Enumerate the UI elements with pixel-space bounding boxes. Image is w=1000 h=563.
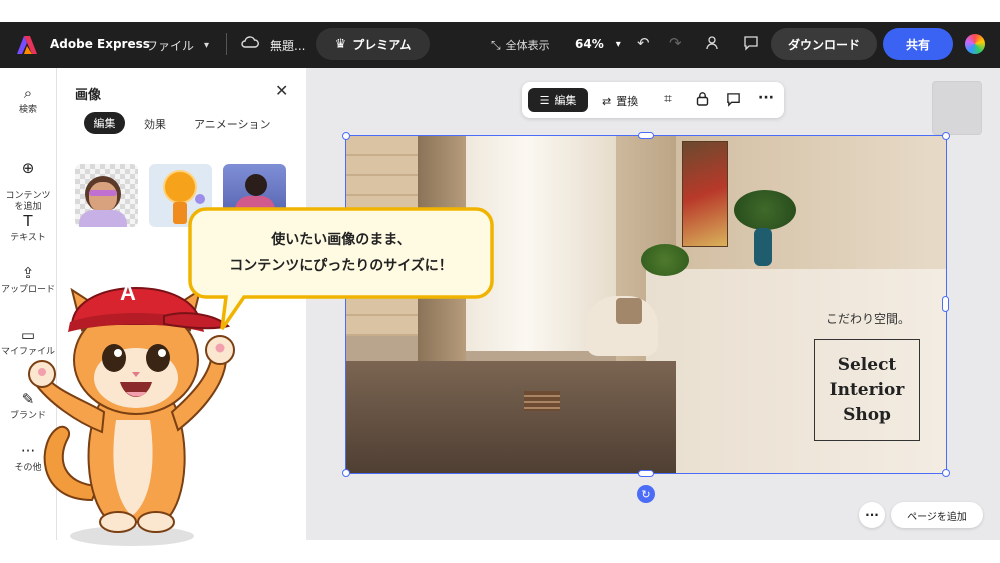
person-face bbox=[89, 182, 117, 212]
sliders-icon: ☰ bbox=[539, 93, 550, 107]
resize-handle-top-right[interactable] bbox=[942, 132, 950, 140]
tab-animation[interactable]: アニメーション bbox=[194, 116, 271, 132]
page-thumbnail[interactable] bbox=[932, 81, 982, 135]
zoom-control[interactable]: 64% ▾ bbox=[575, 37, 621, 51]
premium-label: プレミアム bbox=[352, 37, 412, 52]
crop-icon[interactable]: ⌗ bbox=[664, 91, 672, 107]
tab-effects[interactable]: 効果 bbox=[144, 116, 166, 132]
image-toolbar: ☰ 編集 ⇄ 置換 ⌗ ··· bbox=[522, 82, 784, 118]
chevron-down-icon: ▾ bbox=[204, 40, 210, 51]
replace-label: 置換 bbox=[616, 95, 639, 108]
resize-handle-top-left[interactable] bbox=[342, 132, 350, 140]
rotate-icon[interactable]: ↻ bbox=[637, 485, 655, 503]
plus-circle-icon: ⊕ bbox=[21, 159, 35, 177]
file-menu-label: ファイル bbox=[146, 39, 195, 53]
crown-icon: ♛ bbox=[334, 36, 347, 52]
collapse-arrows-icon: ⤡ bbox=[491, 37, 501, 52]
comment-icon[interactable] bbox=[726, 92, 741, 111]
invite-person-icon[interactable] bbox=[705, 35, 721, 51]
brand-name: Adobe Express bbox=[50, 37, 150, 51]
sunglasses bbox=[89, 190, 117, 196]
resize-handle-right[interactable] bbox=[942, 296, 949, 312]
panel-title: 画像 bbox=[75, 88, 102, 103]
purple-dot bbox=[195, 194, 205, 204]
callout-text: 使いたい画像のまま、 コンテンツにぴったりのサイズに！ bbox=[192, 227, 490, 279]
replace-icon: ⇄ bbox=[602, 94, 612, 108]
lock-icon[interactable] bbox=[696, 91, 709, 110]
rail-label: 検索 bbox=[18, 105, 37, 115]
fullscreen-label: 全体表示 bbox=[505, 39, 550, 52]
rail-item-add-content[interactable]: ⊕ コンテンツ を追加 bbox=[0, 148, 56, 213]
fullscreen-button[interactable]: ⤡ 全体表示 bbox=[491, 37, 550, 53]
undo-icon[interactable]: ↶ bbox=[637, 34, 650, 52]
text-icon: T bbox=[23, 212, 33, 230]
zoom-value: 64% bbox=[575, 37, 604, 51]
rail-item-text[interactable]: T テキスト bbox=[0, 212, 56, 244]
cap-letter: A bbox=[120, 280, 136, 305]
close-icon[interactable]: ✕ bbox=[275, 81, 288, 100]
edit-image-button[interactable]: ☰ 編集 bbox=[528, 88, 588, 112]
person-head bbox=[245, 174, 267, 196]
resize-handle-bottom-left[interactable] bbox=[342, 469, 350, 477]
orange-slice bbox=[163, 170, 197, 204]
search-icon: ⌕ bbox=[23, 84, 33, 102]
resize-handle-bottom-right[interactable] bbox=[942, 469, 950, 477]
redo-icon[interactable]: ↷ bbox=[669, 34, 682, 52]
callout-line-2: コンテンツにぴったりのサイズに！ bbox=[229, 258, 453, 274]
rail-label: コンテンツ を追加 bbox=[5, 191, 51, 212]
premium-button[interactable]: ♛ プレミアム bbox=[316, 28, 430, 60]
document-title[interactable]: 無題... bbox=[270, 37, 305, 54]
more-options-icon[interactable]: ··· bbox=[758, 90, 774, 106]
share-button[interactable]: 共有 bbox=[883, 28, 953, 60]
adobe-logo[interactable] bbox=[16, 34, 38, 56]
juice-bottle bbox=[173, 202, 187, 224]
cloud-save-icon[interactable] bbox=[241, 35, 259, 49]
resize-handle-top[interactable] bbox=[638, 132, 654, 139]
replace-image-button[interactable]: ⇄ 置換 bbox=[602, 93, 638, 109]
divider bbox=[226, 33, 227, 55]
file-menu[interactable]: ファイル ▾ bbox=[146, 37, 209, 54]
page-options-icon[interactable]: ··· bbox=[859, 502, 885, 528]
avatar[interactable] bbox=[965, 34, 985, 54]
rail-label: テキスト bbox=[10, 233, 46, 243]
adobe-express-logo-icon bbox=[17, 36, 37, 54]
chevron-down-icon: ▾ bbox=[615, 38, 621, 50]
edit-label: 編集 bbox=[554, 94, 577, 107]
remove-background-thumbnail[interactable] bbox=[75, 164, 138, 227]
callout-line-1: 使いたい画像のまま、 bbox=[271, 232, 411, 248]
add-page-button[interactable]: ページを追加 bbox=[891, 502, 983, 528]
rail-item-search[interactable]: ⌕ 検索 bbox=[0, 84, 56, 116]
person-shirt bbox=[79, 210, 127, 227]
tab-edit[interactable]: 編集 bbox=[84, 112, 125, 134]
top-bar: Adobe Express ファイル ▾ 無題... ♛ プレミアム ⤡ 全体表… bbox=[0, 22, 1000, 68]
download-button[interactable]: ダウンロード bbox=[771, 28, 877, 60]
resize-handle-bottom[interactable] bbox=[638, 470, 654, 477]
comment-icon[interactable] bbox=[743, 35, 759, 51]
